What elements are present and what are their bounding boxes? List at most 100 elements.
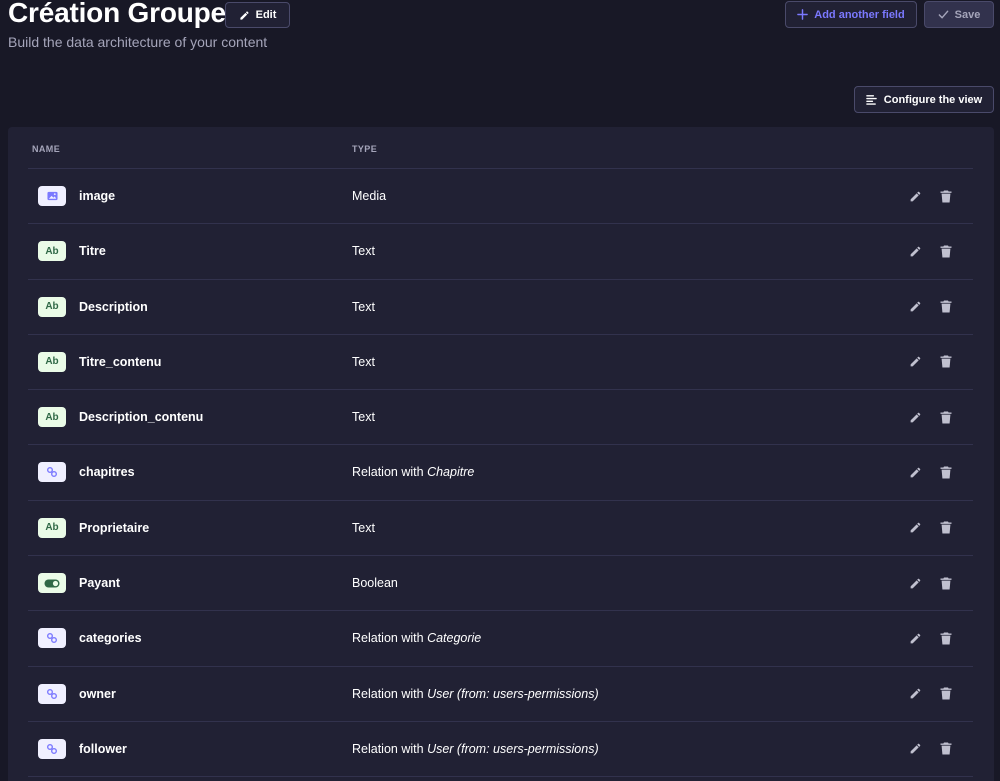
save-button[interactable]: Save xyxy=(924,1,994,28)
table-row[interactable]: Ab Titre_contenu Text xyxy=(28,335,973,391)
text-icon: Ab xyxy=(38,517,66,538)
plus-icon xyxy=(797,9,809,20)
text-icon: Ab xyxy=(38,351,66,372)
field-type-label: Text xyxy=(352,410,375,425)
relation-target: User (from: users-permissions) xyxy=(427,686,599,701)
relation-icon xyxy=(38,462,66,483)
field-type: Text xyxy=(352,521,375,535)
column-header-type: TYPE xyxy=(352,144,378,154)
configure-view-label: Configure the view xyxy=(883,93,983,106)
table-row[interactable]: Payant Boolean xyxy=(28,556,973,612)
field-type-label: Relation with xyxy=(352,741,424,756)
field-type-label: Text xyxy=(352,244,375,259)
trash-icon[interactable] xyxy=(938,409,954,425)
trash-icon[interactable] xyxy=(938,741,954,757)
table-row[interactable]: chapitres Relation with Chapitre xyxy=(28,445,973,501)
field-type: Text xyxy=(352,244,375,258)
list-settings-icon xyxy=(866,95,877,105)
pencil-icon[interactable] xyxy=(907,188,923,204)
field-type-label: Relation with xyxy=(352,686,424,701)
relation-icon xyxy=(38,628,66,649)
table-row[interactable]: owner Relation with User (from: users-per… xyxy=(28,667,973,722)
field-name: Titre_contenu xyxy=(79,354,162,369)
field-type-label: Text xyxy=(352,520,375,535)
trash-icon[interactable] xyxy=(938,575,954,591)
pencil-icon[interactable] xyxy=(907,575,923,591)
relation-target: Chapitre xyxy=(427,465,475,480)
table-row[interactable]: Ab Proprietaire Text xyxy=(28,501,973,557)
trash-icon[interactable] xyxy=(938,299,954,315)
trash-icon[interactable] xyxy=(938,686,954,702)
add-another-field-button[interactable]: Add another field xyxy=(785,1,917,28)
pencil-icon[interactable] xyxy=(907,354,923,370)
pencil-icon[interactable] xyxy=(907,299,923,315)
field-name: Proprietaire xyxy=(79,520,150,535)
table-row[interactable]: categories Relation with Categorie xyxy=(28,611,973,667)
field-type: Media xyxy=(352,189,386,203)
trash-icon[interactable] xyxy=(938,243,954,259)
field-type: Relation with User (from: users-permissi… xyxy=(352,687,599,701)
pencil-icon[interactable] xyxy=(907,464,923,480)
fields-table: NAME TYPE image Media Ab Titre Text Ab Descrip… xyxy=(8,127,994,781)
field-type-label: Media xyxy=(352,189,387,203)
page-header: Création Groupe Edit Build the data arch… xyxy=(0,0,1000,84)
page-title: Création Groupe xyxy=(8,0,226,28)
edit-button[interactable]: Edit xyxy=(225,2,290,28)
pencil-icon[interactable] xyxy=(907,741,923,757)
table-row[interactable]: image Media xyxy=(28,169,973,225)
trash-icon[interactable] xyxy=(938,354,954,370)
edit-button-label: Edit xyxy=(255,9,277,21)
relation-target: Categorie xyxy=(427,631,482,646)
field-name: categories xyxy=(79,631,142,646)
pencil-icon[interactable] xyxy=(907,520,923,536)
table-body: image Media Ab Titre Text Ab Description Text Ab… xyxy=(28,169,973,778)
field-name: Payant xyxy=(79,576,120,591)
pencil-icon[interactable] xyxy=(907,630,923,646)
table-row[interactable]: Ab Description_contenu Text xyxy=(28,390,973,446)
page-subtitle: Build the data architecture of your cont… xyxy=(8,34,268,50)
field-name: Description_contenu xyxy=(79,410,204,425)
field-type-label: Relation with xyxy=(352,631,424,646)
text-icon: Ab xyxy=(38,407,66,428)
save-button-label: Save xyxy=(954,8,981,21)
trash-icon[interactable] xyxy=(938,520,954,536)
pencil-icon[interactable] xyxy=(907,686,923,702)
field-name: Titre xyxy=(79,244,106,259)
media-icon xyxy=(38,186,66,206)
relation-icon xyxy=(38,683,66,704)
trash-icon[interactable] xyxy=(938,464,954,480)
field-name: Description xyxy=(79,299,148,314)
field-type-label: Text xyxy=(352,299,375,314)
field-name: follower xyxy=(79,741,127,756)
field-type: Boolean xyxy=(352,576,398,590)
trash-icon[interactable] xyxy=(938,188,954,204)
table-header: NAME TYPE xyxy=(28,127,973,169)
field-type-label: Boolean xyxy=(352,576,398,591)
field-type: Text xyxy=(352,410,375,424)
relation-icon xyxy=(38,738,66,759)
table-row[interactable]: Ab Description Text xyxy=(28,280,973,335)
field-type-label: Relation with xyxy=(352,465,424,480)
column-header-name: NAME xyxy=(32,144,61,154)
field-type-label: Text xyxy=(352,354,375,369)
field-type: Text xyxy=(352,355,375,369)
field-name: chapitres xyxy=(79,465,135,480)
field-type: Relation with Chapitre xyxy=(352,465,474,479)
field-name: image xyxy=(79,189,116,203)
pencil-icon[interactable] xyxy=(907,243,923,259)
relation-target: User (from: users-permissions) xyxy=(427,741,599,756)
trash-icon[interactable] xyxy=(938,630,954,646)
add-another-field-label: Add another field xyxy=(814,8,905,21)
configure-view-button[interactable]: Configure the view xyxy=(854,86,994,113)
table-row[interactable]: Ab Titre Text xyxy=(28,224,973,280)
pencil-icon[interactable] xyxy=(907,409,923,425)
field-type: Relation with User (from: users-permissi… xyxy=(352,742,599,756)
text-icon: Ab xyxy=(38,296,66,317)
boolean-icon xyxy=(38,573,66,594)
pencil-icon xyxy=(239,10,249,20)
text-icon: Ab xyxy=(38,241,66,262)
table-row[interactable]: follower Relation with User (from: users-… xyxy=(28,722,973,778)
field-type: Text xyxy=(352,300,375,314)
field-type: Relation with Categorie xyxy=(352,631,481,645)
check-icon xyxy=(938,10,948,19)
